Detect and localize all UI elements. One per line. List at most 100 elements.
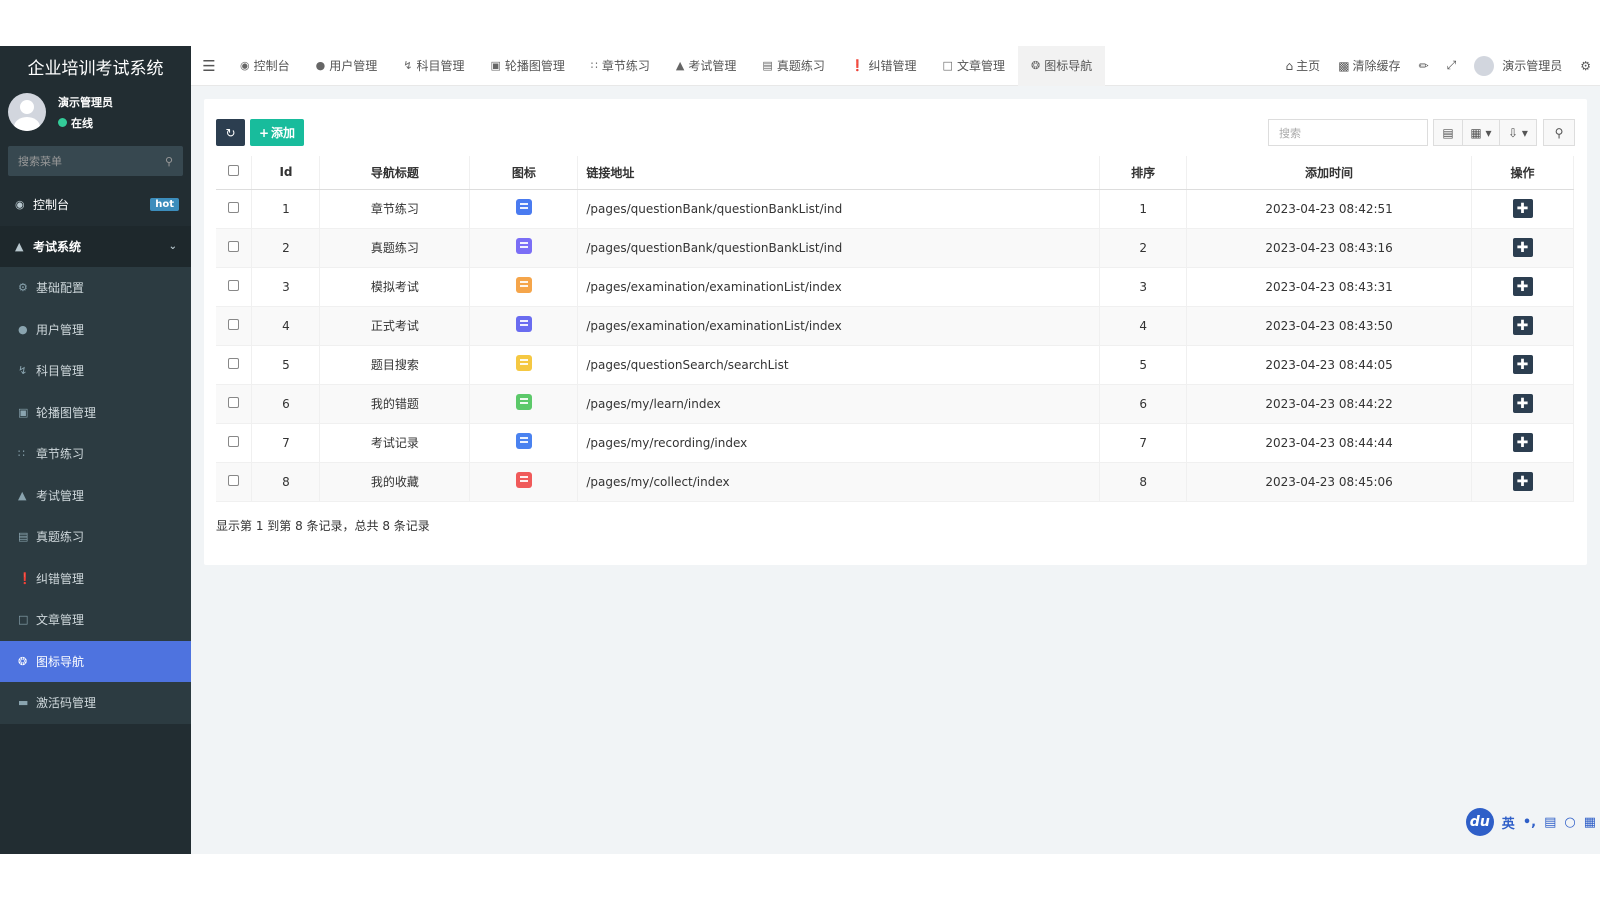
sidebar-item-corrections[interactable]: ❗ 纠错管理 (0, 557, 191, 599)
table-row[interactable]: 5 题目搜索/pages/questionSearch/searchList 5 20… (216, 345, 1574, 385)
admin-name: 演示管理员 (1502, 59, 1563, 73)
tab-label: 纠错管理 (868, 59, 917, 73)
cell-title: 模拟考试 (319, 267, 471, 307)
drag-sort-button[interactable]: ✚ (1512, 316, 1533, 335)
avatar (8, 93, 46, 131)
tab-subjects[interactable]: ↯ 科目管理 (390, 46, 477, 86)
menu-toggle-icon[interactable]: ☰ (191, 57, 227, 75)
refresh-button[interactable]: ↻ (216, 119, 245, 146)
move-icon: ✚ (1516, 395, 1529, 412)
cell-id: 4 (251, 306, 321, 346)
drag-sort-button[interactable]: ✚ (1512, 238, 1533, 257)
sidebar-item-basic-config[interactable]: ⚙ 基础配置 (0, 267, 191, 309)
row-checkbox[interactable] (228, 435, 240, 447)
drag-sort-button[interactable]: ✚ (1512, 394, 1533, 413)
col-icon[interactable]: 图标 (469, 156, 579, 190)
sidebar-item-label: 基础配置 (36, 281, 85, 296)
search-icon[interactable]: ⚲ (165, 155, 173, 168)
sidebar-item-label: 激活码管理 (36, 696, 97, 711)
sidebar-item-exam-management[interactable]: ▲ 考试管理 (0, 474, 191, 516)
cell-link: /pages/my/learn/index (577, 384, 1101, 424)
tab-real-questions[interactable]: ▤ 真题练习 (749, 46, 837, 86)
row-checkbox[interactable] (228, 201, 240, 213)
tab-articles[interactable]: □ 文章管理 (930, 46, 1018, 86)
sidebar-item-label: 考试系统 (33, 239, 82, 254)
row-checkbox[interactable] (228, 474, 240, 486)
cell-sort: 5 (1099, 345, 1188, 385)
cell-actions: ✚ (1471, 267, 1574, 307)
punctuation-icon[interactable]: •, (1523, 815, 1536, 830)
toggle-view-button[interactable]: ▤ (1433, 119, 1463, 146)
table-row[interactable]: 3 模拟考试/pages/examination/examinationList/… (216, 267, 1574, 307)
tab-carousel[interactable]: ▣ 轮播图管理 (477, 46, 577, 86)
cell-link: /pages/examination/examinationList/index (577, 306, 1101, 346)
col-id[interactable]: Id (251, 156, 321, 190)
cell-link: /pages/my/recording/index (577, 423, 1101, 463)
sidebar-item-chapter-practice[interactable]: ∷ 章节练习 (0, 433, 191, 475)
drag-sort-button[interactable]: ✚ (1512, 355, 1533, 374)
tab-corrections[interactable]: ❗ 纠错管理 (838, 46, 930, 86)
export-button[interactable]: ⇩ ▾ (1499, 119, 1537, 146)
tab-icon-nav[interactable]: ❂ 图标导航 (1017, 45, 1106, 86)
move-icon: ✚ (1516, 317, 1529, 334)
sidebar-item-exam-system[interactable]: ▲ 考试系统 ⌄ (0, 225, 191, 267)
tab-exam-management[interactable]: ▲ 考试管理 (663, 46, 749, 86)
ime-logo[interactable]: du (1465, 808, 1494, 836)
table-row[interactable]: 2 真题练习/pages/questionBank/questionBankLis… (216, 228, 1574, 268)
clear-cache-button[interactable]: ▩ 清除缓存 (1329, 57, 1409, 74)
admin-menu[interactable]: 演示管理员 (1465, 55, 1571, 76)
row-checkbox[interactable] (228, 279, 240, 291)
user-icon[interactable]: ○ (1564, 815, 1575, 830)
row-checkbox[interactable] (228, 357, 240, 369)
row-checkbox[interactable] (228, 240, 240, 252)
row-select-cell (216, 345, 253, 385)
table-row[interactable]: 7 考试记录/pages/my/recording/index 7 2023-04-2… (216, 423, 1574, 463)
table-header-row: Id 导航标题 图标 链接地址 排序 添加时间 操作 (216, 156, 1574, 190)
table-search-input[interactable]: 搜索 (1268, 119, 1428, 146)
drag-sort-button[interactable]: ✚ (1512, 199, 1533, 218)
sidebar-item-label: 章节练习 (36, 447, 85, 462)
col-created[interactable]: 添加时间 (1186, 156, 1472, 190)
col-link[interactable]: 链接地址 (577, 156, 1101, 190)
table-row[interactable]: 6 我的错题/pages/my/learn/index 6 2023-04-23 08… (216, 384, 1574, 424)
table-row[interactable]: 1 章节练习/pages/questionBank/questionBankLis… (216, 189, 1574, 229)
sidebar-item-icon-nav[interactable]: ❂ 图标导航 (0, 640, 191, 682)
drag-sort-button[interactable]: ✚ (1512, 277, 1533, 296)
sidebar-item-activation-codes[interactable]: ▬ 激活码管理 (0, 682, 191, 724)
drag-sort-button[interactable]: ✚ (1512, 472, 1533, 491)
cell-id: 8 (251, 462, 321, 502)
grid-icon[interactable]: ▦ (1584, 815, 1596, 830)
menu-search-input[interactable]: 搜索菜单 ⚲ (8, 146, 183, 176)
table-row[interactable]: 8 我的收藏/pages/my/collect/index 8 2023-04-23 … (216, 462, 1574, 502)
table-row[interactable]: 4 正式考试/pages/examination/examinationList/… (216, 306, 1574, 346)
sidebar-item-carousel[interactable]: ▣ 轮播图管理 (0, 391, 191, 433)
row-checkbox[interactable] (228, 396, 240, 408)
settings-button[interactable]: ⚙ (1571, 59, 1600, 73)
sidebar-item-dashboard[interactable]: ◉ 控制台 hot (0, 184, 191, 226)
sidebar-item-articles[interactable]: □ 文章管理 (0, 599, 191, 641)
col-sort[interactable]: 排序 (1099, 156, 1188, 190)
fullscreen-button[interactable]: ⤢ (1438, 58, 1466, 73)
home-link[interactable]: ⌂ 主页 (1277, 57, 1330, 74)
sidebar-item-real-questions[interactable]: ▤ 真题练习 (0, 516, 191, 558)
ime-language[interactable]: 英 (1502, 813, 1515, 832)
advanced-search-button[interactable]: ⚲ (1543, 119, 1575, 146)
sidebar-item-users[interactable]: ● 用户管理 (0, 308, 191, 350)
tab-users[interactable]: ● 用户管理 (303, 46, 391, 86)
cell-id: 6 (251, 384, 321, 424)
toolbox-icon[interactable]: ▤ (1544, 815, 1556, 830)
tab-chapter-practice[interactable]: ∷ 章节练习 (578, 46, 663, 86)
move-icon: ✚ (1516, 239, 1529, 256)
select-all-checkbox[interactable] (228, 165, 240, 177)
row-checkbox[interactable] (228, 318, 240, 330)
drag-sort-button[interactable]: ✚ (1512, 433, 1533, 452)
clear-cache-label: 清除缓存 (1352, 59, 1401, 73)
add-button[interactable]: + 添加 (250, 119, 304, 146)
col-title[interactable]: 导航标题 (319, 156, 471, 190)
columns-button[interactable]: ▦ ▾ (1462, 119, 1500, 146)
data-table: Id 导航标题 图标 链接地址 排序 添加时间 操作 1 章节练习/pages/q… (216, 156, 1574, 502)
sidebar-item-subjects[interactable]: ↯ 科目管理 (0, 350, 191, 392)
tab-dashboard[interactable]: ◉ 控制台 (227, 46, 303, 86)
translate-button[interactable]: ✏ (1410, 59, 1438, 73)
cell-actions: ✚ (1471, 228, 1574, 268)
